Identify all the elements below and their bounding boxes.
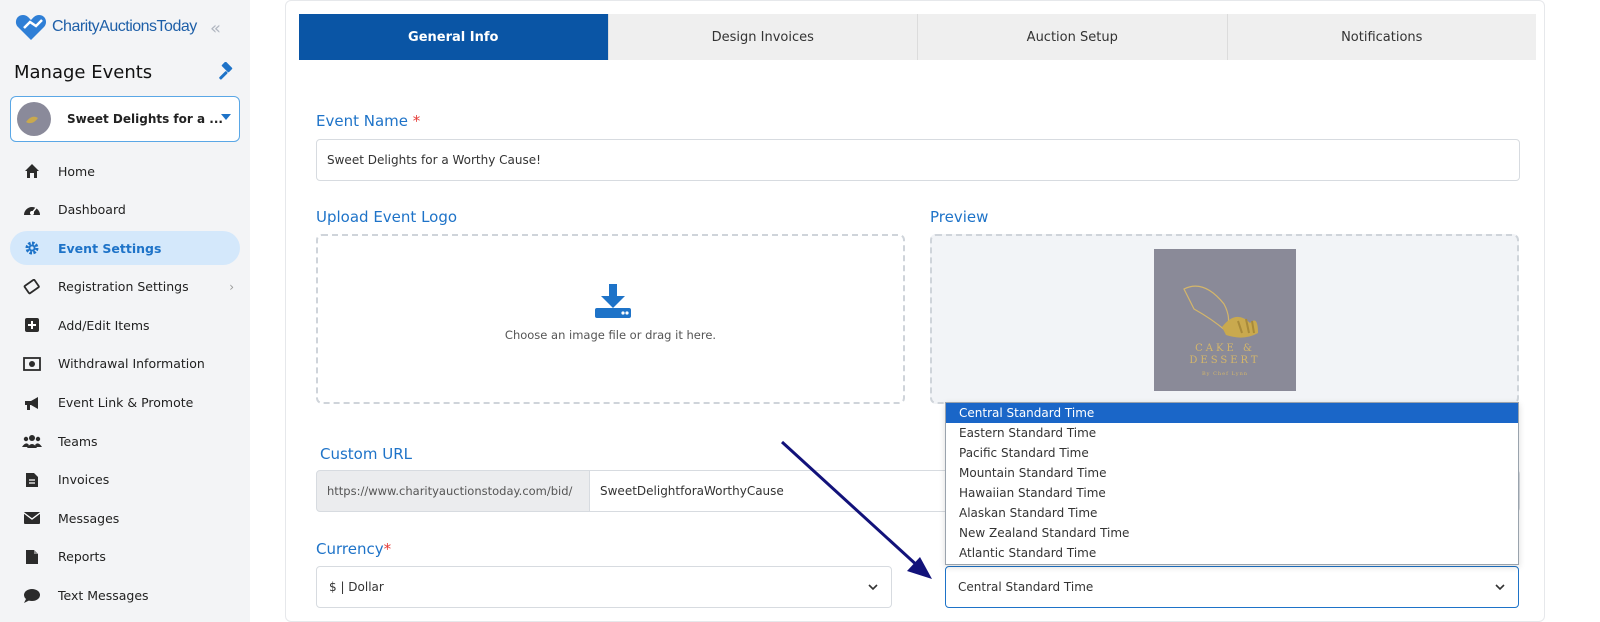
sidebar-item-label: Dashboard — [58, 202, 126, 218]
event-logo-image: CAKE & DESSERT By Chef Lynn — [1154, 249, 1296, 391]
sidebar-item-reports[interactable]: Reports — [10, 540, 240, 574]
tab-general-info[interactable]: General Info — [299, 14, 609, 60]
preview-logo-line2: DESSERT — [1189, 355, 1261, 366]
users-icon — [22, 431, 42, 451]
timezone-option[interactable]: Central Standard Time — [946, 403, 1518, 423]
envelope-icon — [22, 508, 42, 528]
ticket-icon — [22, 277, 42, 297]
preview-logo-line1: CAKE & — [1195, 343, 1255, 354]
upload-hint: Choose an image file or drag it here. — [504, 328, 717, 342]
sidebar-item-label: Reports — [58, 549, 106, 565]
event-name-label-text: Event Name — [316, 112, 408, 130]
timezone-dropdown: Central Standard Time Eastern Standard T… — [945, 402, 1519, 565]
sidebar-item-dashboard[interactable]: Dashboard — [10, 193, 240, 227]
custom-url-label: Custom URL — [320, 445, 412, 463]
heart-logo-icon — [15, 15, 47, 40]
sidebar-item-label: Home — [58, 163, 95, 179]
custom-url-prefix: https://www.charityauctionstoday.com/bid… — [316, 470, 590, 512]
sidebar-item-messages[interactable]: Messages — [10, 501, 240, 535]
sidebar-item-withdrawal-information[interactable]: Withdrawal Information — [10, 347, 240, 381]
chevron-down-icon — [868, 584, 878, 591]
preview-logo-line3: By Chef Lynn — [1201, 371, 1249, 377]
currency-select-value: $ | Dollar — [329, 580, 384, 594]
settings-tabs: General Info Design Invoices Auction Set… — [299, 14, 1536, 60]
plus-square-icon — [22, 315, 42, 335]
sidebar-item-label: Text Messages — [58, 588, 149, 604]
manage-events-title: Manage Events — [14, 62, 153, 83]
sidebar-item-text-messages[interactable]: Text Messages — [10, 579, 240, 613]
event-avatar — [17, 102, 51, 136]
sidebar-item-label: Add/Edit Items — [58, 317, 150, 333]
currency-label: Currency* — [316, 540, 391, 558]
sidebar-item-label: Invoices — [58, 472, 110, 488]
custom-url-value: SweetDelightforaWorthyCause — [600, 484, 784, 498]
sidebar-item-home[interactable]: Home — [10, 154, 240, 188]
tab-auction-setup[interactable]: Auction Setup — [918, 14, 1228, 60]
megaphone-icon — [22, 393, 42, 413]
sidebar-item-registration-settings[interactable]: Registration Settings › — [10, 270, 240, 304]
timezone-option[interactable]: Hawaiian Standard Time — [946, 483, 1518, 503]
dashboard-icon — [22, 200, 42, 220]
event-name-value: Sweet Delights for a Worthy Cause! — [327, 153, 541, 167]
document-icon — [22, 470, 42, 490]
cake-logo-icon — [26, 116, 38, 124]
event-selector[interactable]: Sweet Delights for a ... — [10, 96, 240, 142]
timezone-option[interactable]: Mountain Standard Time — [946, 463, 1518, 483]
required-mark: * — [412, 112, 421, 130]
sidebar-item-label: Messages — [58, 510, 120, 526]
sidebar-item-label: Registration Settings — [58, 279, 189, 295]
timezone-option[interactable]: Atlantic Standard Time — [946, 543, 1518, 563]
sidebar-item-label: Event Link & Promote — [58, 395, 194, 411]
timezone-option[interactable]: Pacific Standard Time — [946, 443, 1518, 463]
logo-dropzone[interactable]: Choose an image file or drag it here. — [316, 234, 905, 404]
gavel-icon — [219, 62, 233, 80]
currency-select[interactable]: $ | Dollar — [316, 566, 892, 608]
event-name-input[interactable]: Sweet Delights for a Worthy Cause! — [316, 139, 1520, 181]
logo-text: CharityAuctionsToday — [52, 18, 197, 35]
download-tray-icon — [595, 284, 631, 318]
upload-logo-label: Upload Event Logo — [316, 208, 458, 226]
timezone-option[interactable]: Eastern Standard Time — [946, 423, 1518, 443]
sidebar-item-teams[interactable]: Teams — [10, 424, 240, 458]
sidebar-item-label: Withdrawal Information — [58, 356, 205, 372]
report-icon — [22, 547, 42, 567]
event-name-label: Event Name * — [316, 112, 420, 130]
sidebar: CharityAuctionsToday « Manage Events Swe… — [0, 0, 250, 622]
chat-icon — [22, 586, 42, 606]
sidebar-item-label: Teams — [58, 433, 98, 449]
money-icon — [22, 354, 42, 374]
sidebar-nav: Home Dashboard Event Settings Registrati… — [10, 154, 240, 617]
chevron-down-icon — [1495, 584, 1505, 591]
collapse-sidebar-icon[interactable]: « — [210, 18, 221, 39]
app-logo[interactable]: CharityAuctionsToday — [14, 12, 197, 42]
timezone-option[interactable]: New Zealand Standard Time — [946, 523, 1518, 543]
cake-dessert-logo-icon — [1183, 285, 1258, 338]
chevron-right-icon: › — [229, 279, 234, 294]
gear-icon — [22, 238, 42, 258]
home-icon — [22, 161, 42, 181]
caret-down-icon — [221, 114, 231, 120]
event-selector-label: Sweet Delights for a ... — [67, 112, 223, 126]
sidebar-item-invoices[interactable]: Invoices — [10, 463, 240, 497]
required-mark: * — [383, 540, 392, 558]
sidebar-item-add-edit-items[interactable]: Add/Edit Items — [10, 308, 240, 342]
sidebar-item-event-settings[interactable]: Event Settings — [10, 231, 240, 266]
timezone-select-value: Central Standard Time — [958, 580, 1094, 594]
timezone-select[interactable]: Central Standard Time — [945, 566, 1519, 608]
tab-notifications[interactable]: Notifications — [1227, 14, 1536, 60]
preview-label: Preview — [930, 208, 989, 226]
logo-preview: CAKE & DESSERT By Chef Lynn — [930, 234, 1519, 404]
tab-design-invoices[interactable]: Design Invoices — [608, 14, 918, 60]
currency-label-text: Currency — [316, 540, 384, 558]
timezone-option[interactable]: Alaskan Standard Time — [946, 503, 1518, 523]
sidebar-item-label: Event Settings — [58, 240, 162, 256]
sidebar-item-event-link-promote[interactable]: Event Link & Promote — [10, 386, 240, 420]
